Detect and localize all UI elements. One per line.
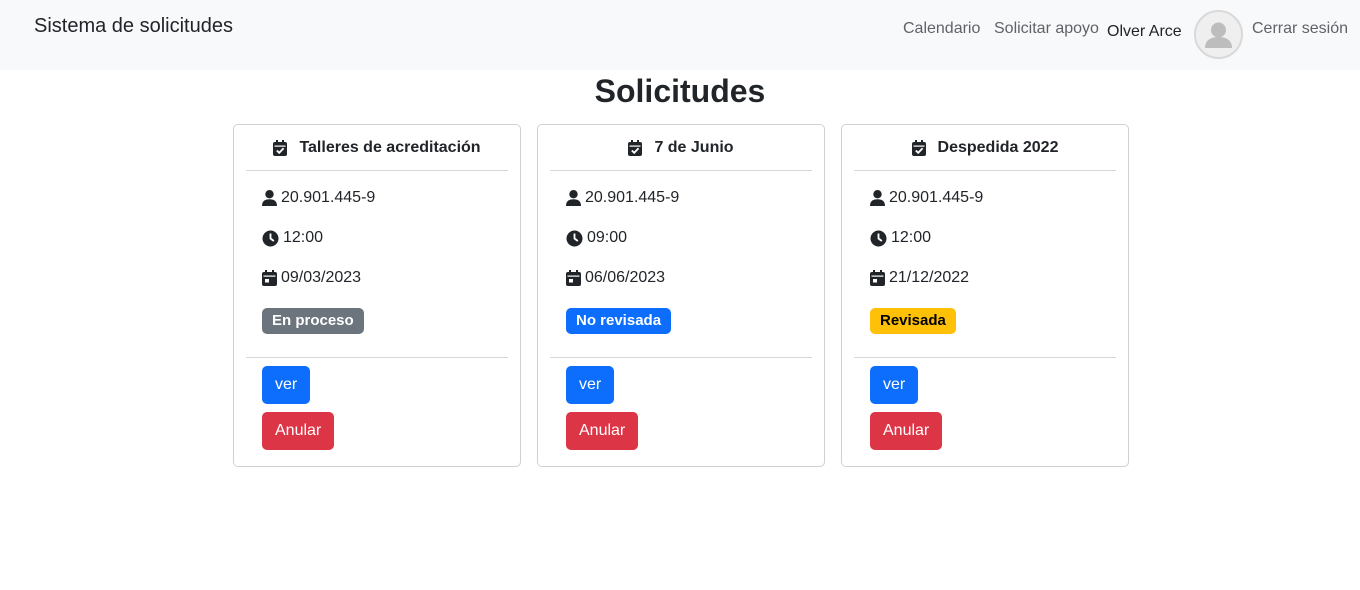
requester-id: 20.901.445-9 xyxy=(281,189,376,206)
cancel-button[interactable]: Anular xyxy=(262,412,335,450)
card-title: Despedida 2022 xyxy=(937,139,1059,156)
user-name: Olver Arce xyxy=(1107,23,1182,40)
requester-row: 20.901.445-9 xyxy=(566,189,679,207)
user-avatar-icon xyxy=(1205,22,1232,48)
card-divider xyxy=(550,170,812,171)
requester-row: 20.901.445-9 xyxy=(870,189,983,207)
app-brand[interactable]: Sistema de solicitudes xyxy=(34,15,233,38)
time-row: 12:00 xyxy=(262,229,323,247)
calendar-icon xyxy=(870,270,885,286)
status-badge: No revisada xyxy=(566,308,672,334)
user-icon xyxy=(262,190,277,206)
clock-icon xyxy=(870,230,887,247)
card-divider xyxy=(854,357,1116,358)
status-badge: Revisada xyxy=(870,308,956,334)
calendar-icon xyxy=(262,270,277,286)
card-title: Talleres de acreditación xyxy=(299,139,481,156)
nav-link-logout[interactable]: Cerrar sesión xyxy=(1252,20,1348,38)
page-title: Solicitudes xyxy=(594,73,766,109)
top-navbar: Sistema de solicitudes Calendario Solici… xyxy=(0,0,1360,70)
card-title: 7 de Junio xyxy=(654,139,734,156)
date-row: 09/03/2023 xyxy=(262,269,361,287)
calendar-check-icon xyxy=(628,140,643,156)
clock-icon xyxy=(566,230,583,247)
status-badge: En proceso xyxy=(262,308,364,334)
nav-link-request-support[interactable]: Solicitar apoyo xyxy=(994,20,1099,38)
view-button[interactable]: ver xyxy=(566,366,615,404)
card-header: 7 de Junio xyxy=(538,125,824,171)
request-card: Despedida 2022 20.901.445-9 12:00 21/12/… xyxy=(841,124,1129,467)
calendar-check-icon xyxy=(273,140,288,156)
calendar-icon xyxy=(566,270,581,286)
date-row: 06/06/2023 xyxy=(566,269,665,287)
card-header: Talleres de acreditación xyxy=(234,125,520,171)
nav-link-calendar[interactable]: Calendario xyxy=(903,20,980,38)
user-icon xyxy=(870,190,885,206)
date-row: 21/12/2022 xyxy=(870,269,969,287)
requester-row: 20.901.445-9 xyxy=(262,189,375,207)
user-avatar[interactable] xyxy=(1194,10,1243,59)
request-card: Talleres de acreditación 20.901.445-9 12… xyxy=(233,124,521,467)
card-divider xyxy=(854,170,1116,171)
user-icon xyxy=(566,190,581,206)
cancel-button[interactable]: Anular xyxy=(870,412,943,450)
requester-id: 20.901.445-9 xyxy=(585,189,680,206)
calendar-check-icon xyxy=(911,140,926,156)
time-row: 09:00 xyxy=(566,229,627,247)
view-button[interactable]: ver xyxy=(262,366,311,404)
request-date: 21/12/2022 xyxy=(889,269,970,286)
request-time: 09:00 xyxy=(587,229,628,246)
request-time: 12:00 xyxy=(283,229,324,246)
request-time: 12:00 xyxy=(891,229,932,246)
card-header: Despedida 2022 xyxy=(842,125,1128,171)
request-date: 06/06/2023 xyxy=(585,269,666,286)
clock-icon xyxy=(262,230,279,247)
card-divider xyxy=(550,357,812,358)
view-button[interactable]: ver xyxy=(870,366,919,404)
card-divider xyxy=(246,357,508,358)
cancel-button[interactable]: Anular xyxy=(566,412,639,450)
request-card: 7 de Junio 20.901.445-9 09:00 06/06/2023… xyxy=(537,124,825,467)
time-row: 12:00 xyxy=(870,229,931,247)
request-date: 09/03/2023 xyxy=(281,269,362,286)
card-divider xyxy=(246,170,508,171)
requester-id: 20.901.445-9 xyxy=(889,189,984,206)
